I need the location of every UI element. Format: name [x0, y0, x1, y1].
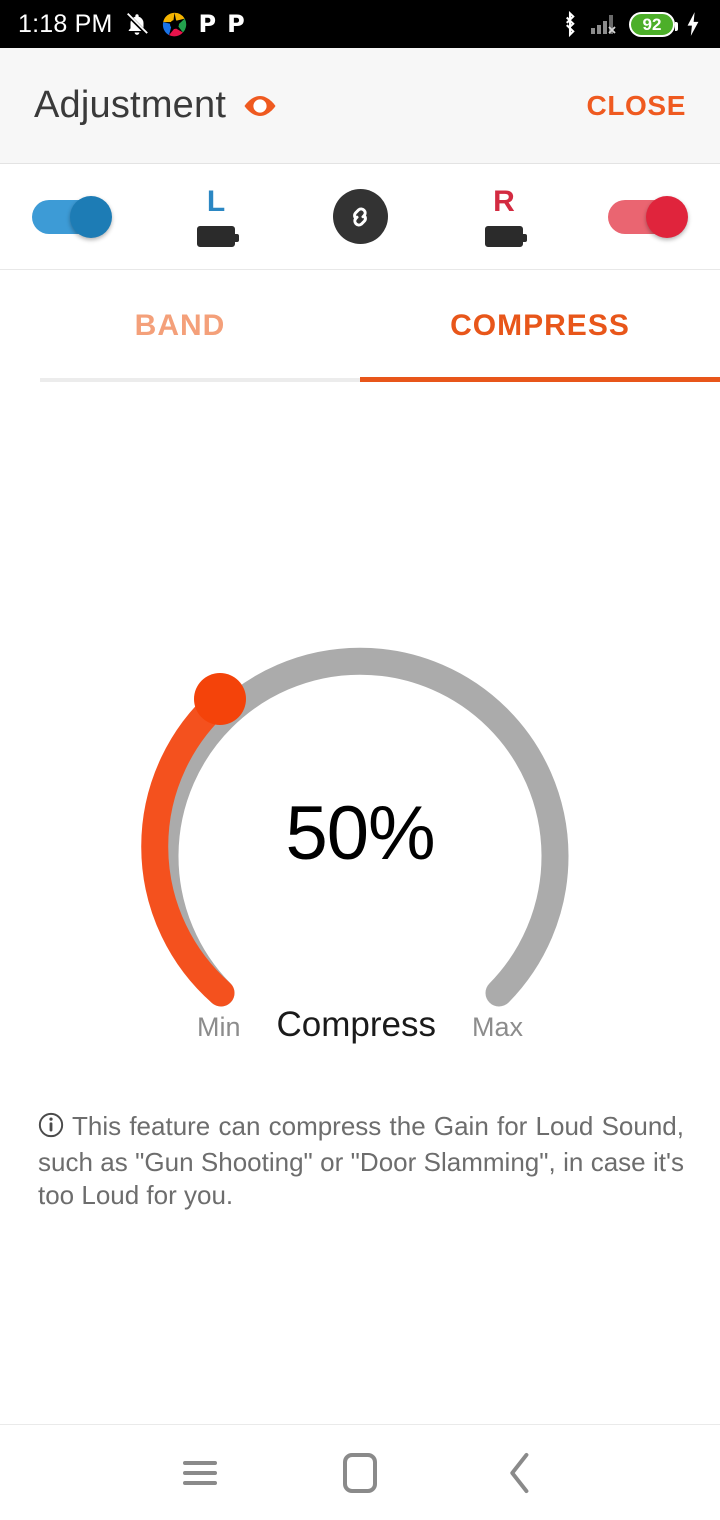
status-bar-clock: 1:18 PM [18, 9, 113, 38]
gauge-label-row: Min Compress Max [0, 1005, 720, 1045]
left-battery-icon [197, 225, 239, 247]
tab-band-underline [40, 378, 360, 382]
right-battery-icon [485, 225, 527, 247]
tab-band[interactable]: BAND [0, 270, 360, 382]
recents-icon[interactable] [160, 1433, 240, 1513]
tab-compress-label: COMPRESS [450, 309, 630, 342]
home-glyph [343, 1452, 377, 1493]
close-button[interactable]: CLOSE [587, 90, 686, 122]
battery-icon: 92 [629, 11, 678, 37]
p-app-icon-2: P [227, 10, 245, 38]
left-side-indicator: L [144, 184, 288, 247]
gauge-value-text: 50% [285, 791, 435, 876]
gauge-thumb[interactable] [194, 673, 246, 725]
chain-link-icon[interactable] [332, 189, 388, 244]
right-side-indicator: R [432, 184, 576, 247]
status-bar-right: 92 [559, 11, 702, 37]
app-screen: 1:18 PM P P 92 Adjustment CLOSE L R BAND… [0, 0, 720, 1520]
back-glyph [510, 1452, 529, 1493]
gauge-center-label: Compress [276, 1005, 436, 1044]
signal-no-sim-icon [590, 12, 620, 36]
left-toggle-cell [0, 195, 144, 238]
system-nav-bar [0, 1424, 720, 1520]
home-icon[interactable] [320, 1433, 400, 1513]
right-channel-label: R [493, 184, 515, 218]
page-title: Adjustment [34, 84, 227, 126]
gauge-max-label: Max [471, 1012, 523, 1042]
charging-bolt-icon [684, 11, 702, 37]
left-toggle-thumb [70, 195, 112, 238]
right-toggle-cell [576, 195, 720, 238]
link-cell [288, 189, 432, 244]
eye-icon[interactable] [242, 93, 278, 119]
tab-compress-underline [360, 377, 720, 382]
tab-bar: BAND COMPRESS [0, 270, 720, 382]
vibrate-off-icon [124, 11, 150, 37]
info-description: This feature can compress the Gain for L… [38, 1110, 684, 1212]
gauge-min-label: Min [196, 1012, 241, 1042]
battery-level: 92 [642, 14, 662, 34]
p-app-icon: P [198, 10, 217, 38]
compress-gauge[interactable]: 50% [0, 600, 720, 1020]
tab-compress[interactable]: COMPRESS [360, 270, 720, 382]
back-icon[interactable] [480, 1433, 560, 1513]
left-ear-toggle[interactable] [32, 195, 112, 238]
status-bar-left: 1:18 PM P P [18, 10, 245, 39]
right-ear-toggle[interactable] [608, 195, 688, 238]
info-text: This feature can compress the Gain for L… [38, 1111, 684, 1210]
device-control-row: L R [0, 164, 720, 270]
bluetooth-icon [559, 11, 581, 37]
recents-glyph [183, 1455, 217, 1491]
left-channel-label: L [206, 184, 226, 218]
shutter-logo-icon [161, 11, 188, 38]
status-bar: 1:18 PM P P 92 [0, 0, 720, 48]
tab-band-label: BAND [134, 309, 226, 342]
right-toggle-thumb [646, 195, 688, 238]
info-circle-icon [38, 1112, 64, 1146]
app-bar: Adjustment CLOSE [0, 48, 720, 164]
